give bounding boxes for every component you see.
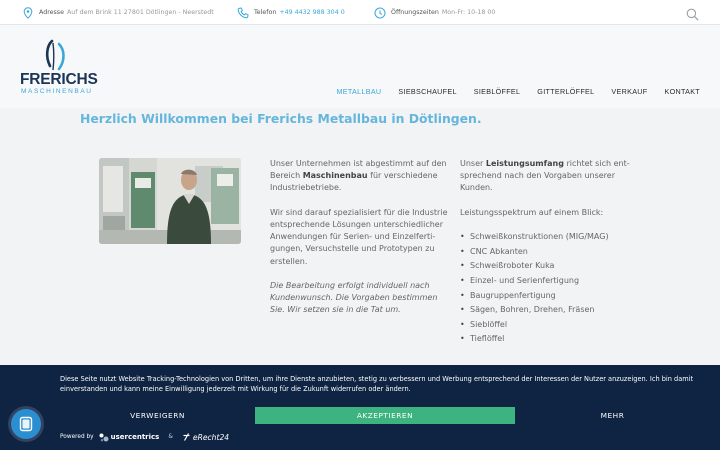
- logo-name: FRERICHS: [20, 71, 98, 88]
- services-list-title: Leistungsspektrum auf einem Blick:: [460, 207, 604, 217]
- list-item: Schweißroboter Kuka: [460, 260, 640, 272]
- intro-paragraph: Unser Unternehmen ist abgestimmt auf den…: [270, 159, 447, 193]
- location-pin-icon: [22, 6, 34, 19]
- powered-by: Powered by usercentrics & eRecht24: [60, 431, 229, 443]
- services-intro: Unser Leistungsumfang richtet sich ent-s…: [460, 159, 630, 193]
- cookie-text: Diese Seite nutzt Website Tracking-Techn…: [60, 375, 694, 394]
- phone-label: Telefon: [254, 9, 277, 16]
- list-item: Sägen, Bohren, Drehen, Fräsen: [460, 304, 640, 316]
- nav-item-siebschaufel[interactable]: SIEBSCHAUFEL: [398, 87, 456, 96]
- logo-mark-icon: [45, 39, 65, 71]
- address-label: Adresse: [39, 9, 64, 16]
- address-info: Adresse Auf dem Brink 11 27801 Dötlingen…: [22, 0, 214, 25]
- erecht24-logo-icon: [182, 432, 191, 442]
- site-header: FRERICHS MASCHINENBAU METALLBAU SIEBSCHA…: [0, 25, 720, 108]
- list-item: Tieflöffel: [460, 333, 640, 345]
- address-value: Auf dem Brink 11 27801 Dötlingen - Neers…: [66, 9, 214, 16]
- list-item: CNC Abkanten: [460, 246, 640, 258]
- erecht24-logo[interactable]: eRecht24: [193, 433, 229, 442]
- privacy-settings-button[interactable]: [11, 409, 41, 439]
- list-item: Sieblöffel: [460, 319, 640, 331]
- nav-item-gitterloeffel[interactable]: GITTERLÖFFEL: [537, 87, 594, 96]
- accept-button[interactable]: AKZEPTIEREN: [255, 407, 515, 424]
- fingerprint-icon: [19, 416, 33, 432]
- hours-info: Öffnungszeiten Mon-Fr: 10-18 00: [374, 0, 495, 25]
- workshop-photo: [99, 158, 241, 244]
- logo-subtitle: MASCHINENBAU: [21, 88, 93, 95]
- list-item: Baugruppenfertigung: [460, 290, 640, 302]
- usercentrics-logo[interactable]: usercentrics: [111, 433, 160, 441]
- list-item: Schweißkonstruktionen (MIG/MAG): [460, 231, 640, 243]
- phone-link[interactable]: +49 4432 988 304 0: [279, 9, 344, 16]
- phone-icon: [237, 6, 249, 19]
- deny-button[interactable]: VERWEIGERN: [60, 407, 255, 424]
- specialization-paragraph: Wir sind darauf spezialisiert für die In…: [270, 207, 448, 266]
- services-list: Schweißkonstruktionen (MIG/MAG) CNC Abka…: [460, 231, 640, 346]
- nav-item-kontakt[interactable]: KONTAKT: [664, 87, 700, 96]
- hours-label: Öffnungszeiten: [391, 9, 439, 16]
- usercentrics-logo-icon: [99, 433, 109, 442]
- services-column: Unser Leistungsumfang richtet sich ent-s…: [460, 158, 640, 348]
- main-nav: METALLBAU SIEBSCHAUFEL SIEBLÖFFEL GITTER…: [337, 87, 700, 96]
- clock-icon: [374, 7, 386, 19]
- cookie-banner: Diese Seite nutzt Website Tracking-Techn…: [0, 365, 720, 450]
- top-info-bar: Adresse Auf dem Brink 11 27801 Dötlingen…: [0, 0, 720, 25]
- nav-item-siebloeffel[interactable]: SIEBLÖFFEL: [474, 87, 521, 96]
- intro-column: Unser Unternehmen ist abgestimmt auf den…: [270, 158, 450, 329]
- logo[interactable]: FRERICHS MASCHINENBAU: [20, 39, 98, 97]
- powered-by-label: Powered by: [60, 434, 94, 440]
- list-item: Einzel- und Serienfertigung: [460, 275, 640, 287]
- more-button[interactable]: MEHR: [515, 407, 710, 424]
- page-headline: Herzlich Willkommen bei Frerichs Metallb…: [80, 111, 482, 126]
- custom-work-paragraph: Die Bearbeitung erfolgt individuell nach…: [270, 281, 438, 315]
- nav-item-metallbau[interactable]: METALLBAU: [337, 87, 382, 96]
- phone-info[interactable]: Telefon +49 4432 988 304 0: [237, 0, 345, 25]
- nav-item-verkauf[interactable]: VERKAUF: [611, 87, 647, 96]
- hours-value: Mon-Fr: 10-18 00: [441, 9, 496, 16]
- search-icon[interactable]: [686, 6, 699, 21]
- ampersand: &: [168, 434, 173, 440]
